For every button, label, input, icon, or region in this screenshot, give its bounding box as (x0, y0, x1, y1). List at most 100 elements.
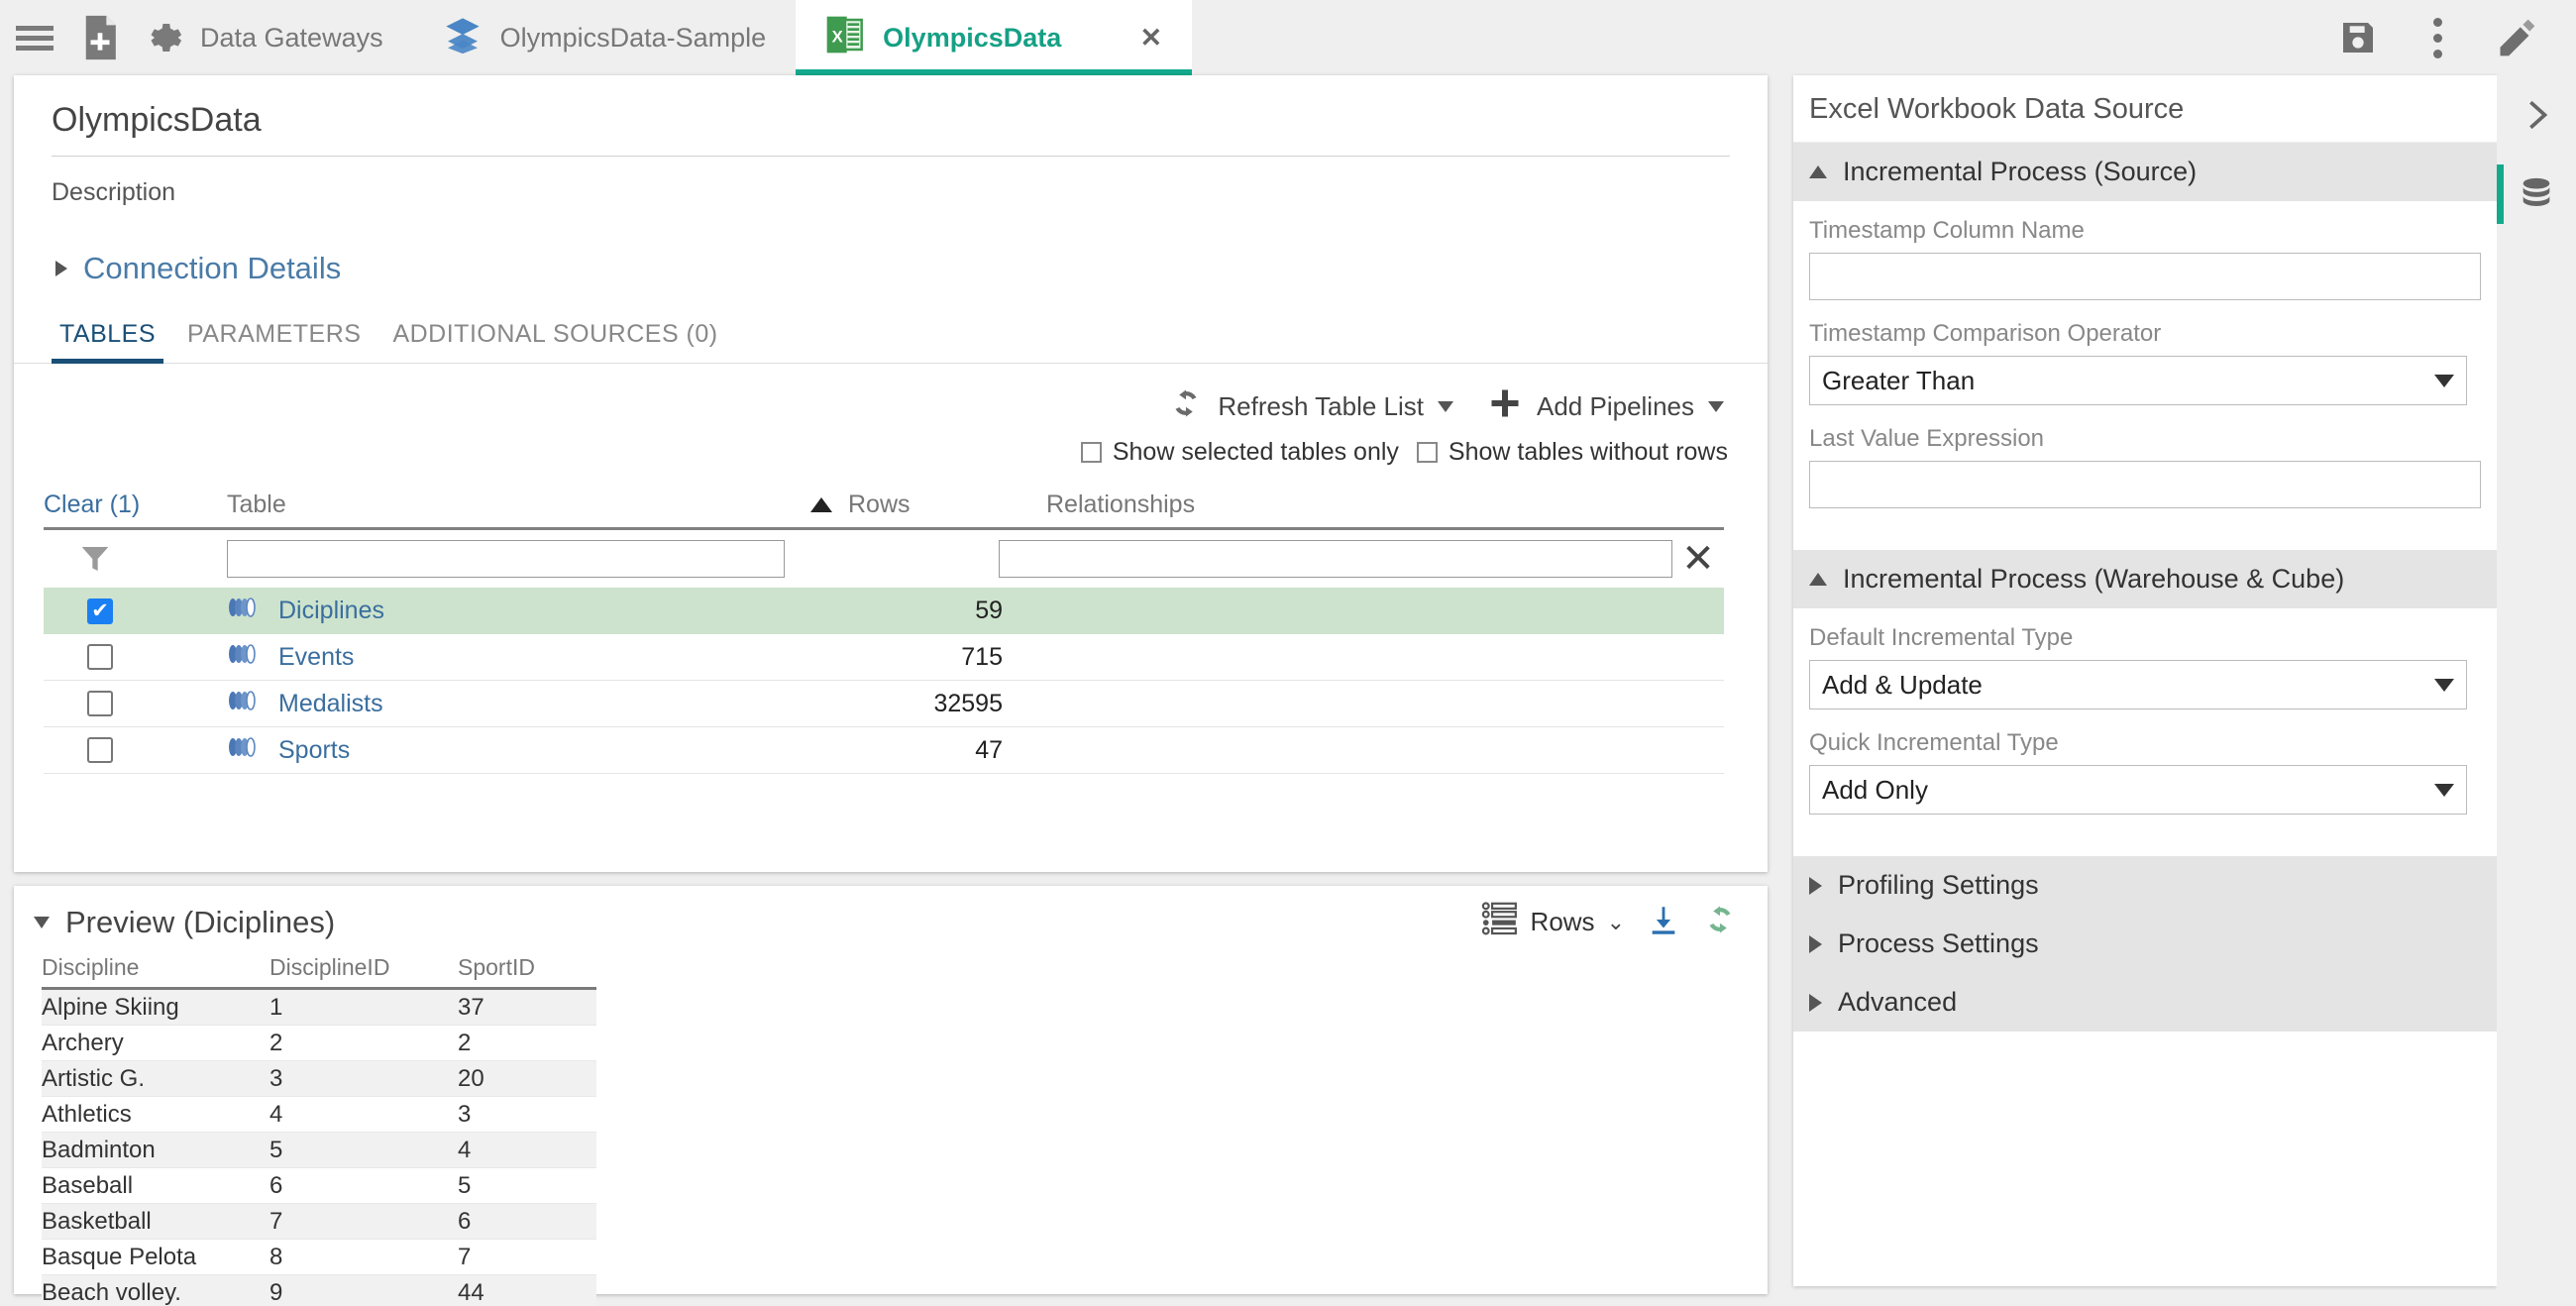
section-process-settings[interactable]: Process Settings (1793, 915, 2497, 973)
new-document-icon[interactable] (69, 0, 131, 75)
grid-toolbar: Refresh Table List Add Pipelines (14, 364, 1768, 428)
connection-details-label: Connection Details (83, 251, 341, 286)
clear-selection-button[interactable]: Clear (1) (44, 490, 227, 519)
chevron-down-icon (34, 917, 50, 928)
row-checkbox[interactable] (87, 599, 113, 624)
column-header-rows[interactable]: Rows (832, 490, 1030, 519)
preview-cell: 4 (269, 1101, 458, 1129)
column-header-table[interactable]: Table (227, 490, 832, 519)
row-checkbox[interactable] (87, 644, 113, 670)
hamburger-icon[interactable] (0, 0, 69, 75)
refresh-icon (1168, 385, 1204, 428)
default-incremental-type-select[interactable]: Add & Update (1809, 660, 2467, 709)
save-icon[interactable] (2318, 0, 2398, 75)
row-checkbox[interactable] (87, 691, 113, 716)
tab-additional-sources[interactable]: ADDITIONAL SOURCES (0) (376, 320, 733, 363)
table-row[interactable]: Diciplines 59 (44, 588, 1724, 634)
preview-cell: 20 (458, 1065, 596, 1093)
filter-relationships-input[interactable] (999, 540, 1672, 578)
row-select-cell (44, 644, 227, 670)
app-root: Data Gateways OlympicsData-Sample X (0, 0, 2576, 1306)
section-advanced-label: Advanced (1838, 987, 1957, 1018)
preview-cell: 3 (269, 1065, 458, 1093)
preview-refresh-button[interactable] (1702, 902, 1738, 942)
column-header-table-label: Table (227, 490, 286, 519)
sort-ascending-icon (810, 497, 832, 512)
column-header-relationships[interactable]: Relationships (1030, 490, 1724, 519)
default-incremental-type-label: Default Incremental Type (1809, 624, 2481, 652)
filter-relationships-field[interactable] (999, 540, 1672, 578)
section-incremental-process-source[interactable]: Incremental Process (Source) (1793, 143, 2497, 201)
preview-panel: Preview (Diciplines) (14, 886, 1768, 1294)
preview-cell: 2 (269, 1030, 458, 1057)
plus-icon (1487, 385, 1523, 428)
section-advanced[interactable]: Advanced (1793, 973, 2497, 1032)
incremental-process-warehouse-body: Default Incremental Type Add & Update Qu… (1793, 608, 2497, 856)
add-pipelines-button[interactable]: Add Pipelines (1487, 385, 1724, 428)
table-icon (227, 643, 257, 672)
table-row[interactable]: Events 715 (44, 634, 1724, 681)
preview-cell: 6 (269, 1172, 458, 1200)
row-name-cell: Sports (227, 736, 832, 765)
preview-table: Discipline DisciplineID SportID Alpine S… (42, 954, 596, 1306)
excel-icon: X (825, 13, 865, 63)
refresh-table-list-button[interactable]: Refresh Table List (1168, 385, 1453, 428)
description-field[interactable]: Description (14, 157, 1768, 207)
table-row[interactable]: Sports 47 (44, 727, 1724, 774)
table-icon (227, 597, 257, 625)
timestamp-comparison-operator-select[interactable]: Greater Than (1809, 356, 2467, 405)
section-profiling-settings[interactable]: Profiling Settings (1793, 856, 2497, 915)
show-selected-tables-only-checkbox[interactable]: Show selected tables only (1081, 438, 1399, 467)
tab-tables-label: TABLES (59, 320, 156, 348)
table-name-link[interactable]: Sports (278, 736, 350, 765)
expand-panel-button[interactable] (2497, 75, 2576, 155)
table-name-link[interactable]: Medalists (278, 690, 383, 718)
chevron-down-icon[interactable] (1708, 401, 1724, 412)
preview-cell: Athletics (42, 1101, 269, 1129)
preview-toggle[interactable]: Preview (Diciplines) (34, 905, 335, 940)
filter-table-field[interactable] (227, 540, 785, 578)
table-name-link[interactable]: Events (278, 643, 354, 672)
preview-cell: Artistic G. (42, 1065, 269, 1093)
row-count-cell: 32595 (832, 690, 1030, 718)
preview-col-discipline: Discipline (42, 954, 269, 981)
layers-icon (443, 15, 483, 61)
tab-parameters[interactable]: PARAMETERS (171, 320, 376, 363)
filter-icon[interactable] (44, 543, 227, 575)
section-tabs: TABLES PARAMETERS ADDITIONAL SOURCES (0) (14, 286, 1768, 364)
last-value-expression-input[interactable] (1809, 461, 2481, 508)
preview-cell: Archery (42, 1030, 269, 1057)
row-checkbox[interactable] (87, 737, 113, 763)
preview-cell: 3 (458, 1101, 596, 1129)
add-pipelines-label: Add Pipelines (1537, 391, 1694, 422)
pencil-icon[interactable] (2477, 0, 2556, 75)
filter-table-input[interactable] (227, 540, 785, 578)
more-vertical-icon[interactable] (2398, 0, 2477, 75)
gear-icon[interactable] (131, 0, 192, 75)
table-name-link[interactable]: Diciplines (278, 597, 384, 625)
connection-details-toggle[interactable]: Connection Details (14, 207, 1768, 286)
preview-row: Archery 2 2 (42, 1026, 596, 1061)
preview-row: Athletics 4 3 (42, 1097, 596, 1133)
rail-item-database[interactable] (2497, 155, 2576, 234)
table-row[interactable]: Medalists 32595 (44, 681, 1724, 727)
preview-table-header: Discipline DisciplineID SportID (42, 954, 596, 990)
chevron-up-icon (1809, 165, 1827, 178)
preview-rows-selector[interactable]: Rows ⌄ (1481, 900, 1625, 944)
preview-col-disciplineid: DisciplineID (269, 954, 458, 981)
timestamp-comparison-operator-label: Timestamp Comparison Operator (1809, 320, 2481, 348)
tab-tables[interactable]: TABLES (44, 320, 171, 363)
preview-download-button[interactable] (1647, 903, 1680, 941)
section-incremental-process-warehouse[interactable]: Incremental Process (Warehouse & Cube) (1793, 550, 2497, 608)
tab-olympicsdata-sample[interactable]: OlympicsData-Sample (413, 0, 797, 75)
chevron-down-icon[interactable] (1438, 401, 1453, 412)
close-icon[interactable]: ✕ (1081, 23, 1163, 54)
quick-incremental-type-select[interactable]: Add Only (1809, 765, 2467, 815)
tab-olympicsdata[interactable]: X OlympicsData ✕ (796, 0, 1192, 75)
timestamp-column-name-input[interactable] (1809, 253, 2481, 300)
show-tables-without-rows-checkbox[interactable]: Show tables without rows (1417, 438, 1728, 467)
properties-panel-title: Excel Workbook Data Source (1793, 75, 2497, 143)
svg-text:X: X (832, 27, 843, 46)
tab-data-gateways[interactable]: Data Gateways (192, 0, 413, 75)
clear-filter-icon[interactable]: ✕ (1672, 540, 1724, 578)
